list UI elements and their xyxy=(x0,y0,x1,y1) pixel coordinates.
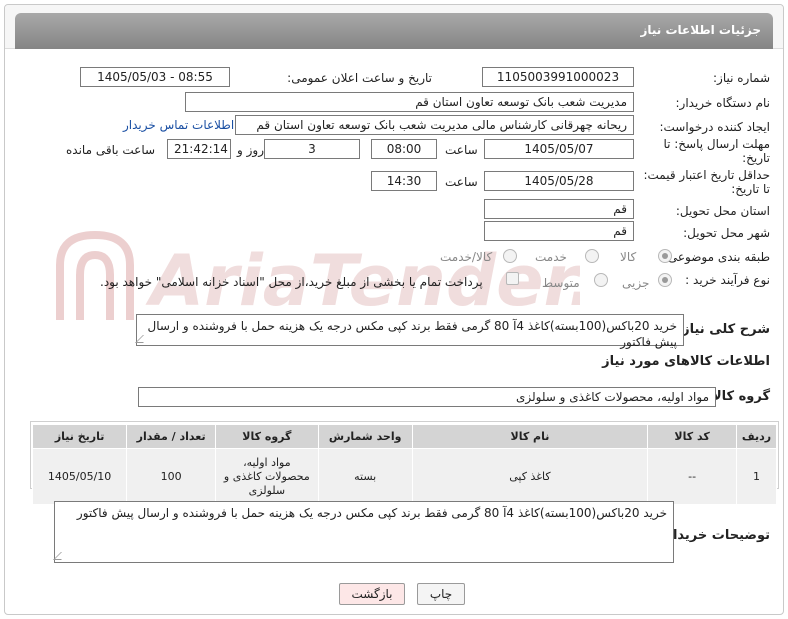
goods-group-label: گروه کالا: xyxy=(706,389,770,404)
remaining-label: ساعت باقی مانده xyxy=(66,143,156,157)
cell-unit: بسته xyxy=(317,448,413,505)
buyer-org-field: مدیریت شعب بانک توسعه تعاون استان قم xyxy=(185,92,634,112)
announce-field: 1405/05/03 - 08:55 xyxy=(80,67,230,87)
validity-date-field: 1405/05/28 xyxy=(484,171,634,191)
items-table: ردیف کد کالا نام کالا واحد شمارش گروه کا… xyxy=(31,424,777,505)
cell-quantity: 100 xyxy=(126,448,217,505)
cell-group: مواد اولیه، محصولات کاغذی و سلولزی xyxy=(215,448,319,505)
process-option-minor: جزیی xyxy=(622,276,650,290)
resize-grip-icon[interactable] xyxy=(53,552,69,560)
buyer-org-label: نام دستگاه خریدار: xyxy=(675,96,771,110)
buyer-notes-textarea[interactable]: خرید 20باکس(100بسته)کاغذ 4آ 80 گرمی فقط … xyxy=(53,501,674,563)
resize-grip-icon[interactable] xyxy=(135,335,151,343)
remaining-time-field: 21:42:14 xyxy=(167,139,231,159)
category-radio-goods-service[interactable] xyxy=(503,249,517,263)
table-row: 1 -- کاغذ کپی بسته مواد اولیه، محصولات ک… xyxy=(31,448,777,505)
need-number-label: شماره نیاز: xyxy=(713,71,770,85)
need-number-field: 1105003991000023 xyxy=(482,67,634,87)
col-unit: واحد شمارش xyxy=(317,424,413,449)
print-button[interactable]: چاپ xyxy=(417,583,465,605)
cell-name: کاغذ کپی xyxy=(411,448,649,505)
deadline-label-date: تاریخ: xyxy=(742,151,770,165)
buyer-contact-link[interactable]: اطلاعات تماس خریدار xyxy=(123,118,234,132)
col-group: گروه کالا xyxy=(215,424,319,449)
deadline-time-field: 08:00 xyxy=(371,139,437,159)
validity-time-label: ساعت xyxy=(445,175,478,189)
category-option-goods: کالا xyxy=(620,250,637,264)
summary-label: شرح کلی نیاز: xyxy=(676,322,770,337)
deadline-date-field: 1405/05/07 xyxy=(484,139,634,159)
process-radio-minor[interactable] xyxy=(658,273,672,287)
col-row: ردیف xyxy=(736,424,777,449)
city-field: قم xyxy=(484,221,634,241)
deadline-time-label: ساعت xyxy=(445,143,478,157)
panel-title: جزئیات اطلاعات نیاز xyxy=(15,13,773,49)
deadline-label: مهلت ارسال پاسخ: تا xyxy=(663,137,770,151)
category-option-service: خدمت xyxy=(535,250,567,264)
col-date: تاریخ نیاز xyxy=(31,424,128,449)
buyer-notes-label: توضیحات خریدار: xyxy=(660,528,770,543)
requester-field: ریحانه چهرقانی کارشناس مالی مدیریت شعب ب… xyxy=(235,115,634,135)
cell-row: 1 xyxy=(736,448,777,505)
days-field: 3 xyxy=(264,139,360,159)
requester-label: ایجاد کننده درخواست: xyxy=(659,120,770,134)
days-label: روز و xyxy=(237,143,264,157)
back-button[interactable]: بازگشت xyxy=(339,583,405,605)
summary-textarea[interactable]: خرید 20باکس(100بسته)کاغذ 4آ 80 گرمی فقط … xyxy=(135,314,684,349)
summary-text: خرید 20باکس(100بسته)کاغذ 4آ 80 گرمی فقط … xyxy=(147,319,677,349)
category-option-goods-service: کالا/خدمت xyxy=(440,250,493,264)
validity-time-field: 14:30 xyxy=(371,171,437,191)
province-field: قم xyxy=(484,199,634,219)
panel-header: جزئیات اطلاعات نیاز xyxy=(5,5,783,49)
col-name: نام کالا xyxy=(411,424,649,449)
goods-group-field: مواد اولیه، محصولات کاغذی و سلولزی xyxy=(138,387,716,407)
buyer-notes-text: خرید 20باکس(100بسته)کاغذ 4آ 80 گرمی فقط … xyxy=(76,506,667,520)
cell-date: 1405/05/10 xyxy=(31,448,128,505)
validity-label-date: تا تاریخ: xyxy=(731,182,770,196)
category-label: طبقه بندی موضوعی: xyxy=(663,250,770,264)
announce-label: تاریخ و ساعت اعلان عمومی: xyxy=(287,71,432,85)
validity-label: حداقل تاریخ اعتبار قیمت: xyxy=(643,168,770,182)
category-radio-goods[interactable] xyxy=(658,249,672,263)
col-code: کد کالا xyxy=(647,424,738,449)
payment-note: پرداخت تمام یا بخشی از مبلغ خرید،از محل … xyxy=(100,275,483,289)
province-label: استان محل تحویل: xyxy=(675,204,770,218)
process-option-medium: متوسط xyxy=(542,276,580,290)
process-radio-medium[interactable] xyxy=(594,273,608,287)
category-radio-service[interactable] xyxy=(585,249,599,263)
col-quantity: تعداد / مقدار xyxy=(126,424,217,449)
cell-code: -- xyxy=(647,448,738,505)
payment-checkbox[interactable] xyxy=(506,272,519,285)
goods-info-title: اطلاعات کالاهای مورد نیاز xyxy=(602,354,770,369)
city-label: شهر محل تحویل: xyxy=(683,226,770,240)
table-header-row: ردیف کد کالا نام کالا واحد شمارش گروه کا… xyxy=(31,424,777,449)
process-label: نوع فرآیند خرید : xyxy=(685,273,770,287)
